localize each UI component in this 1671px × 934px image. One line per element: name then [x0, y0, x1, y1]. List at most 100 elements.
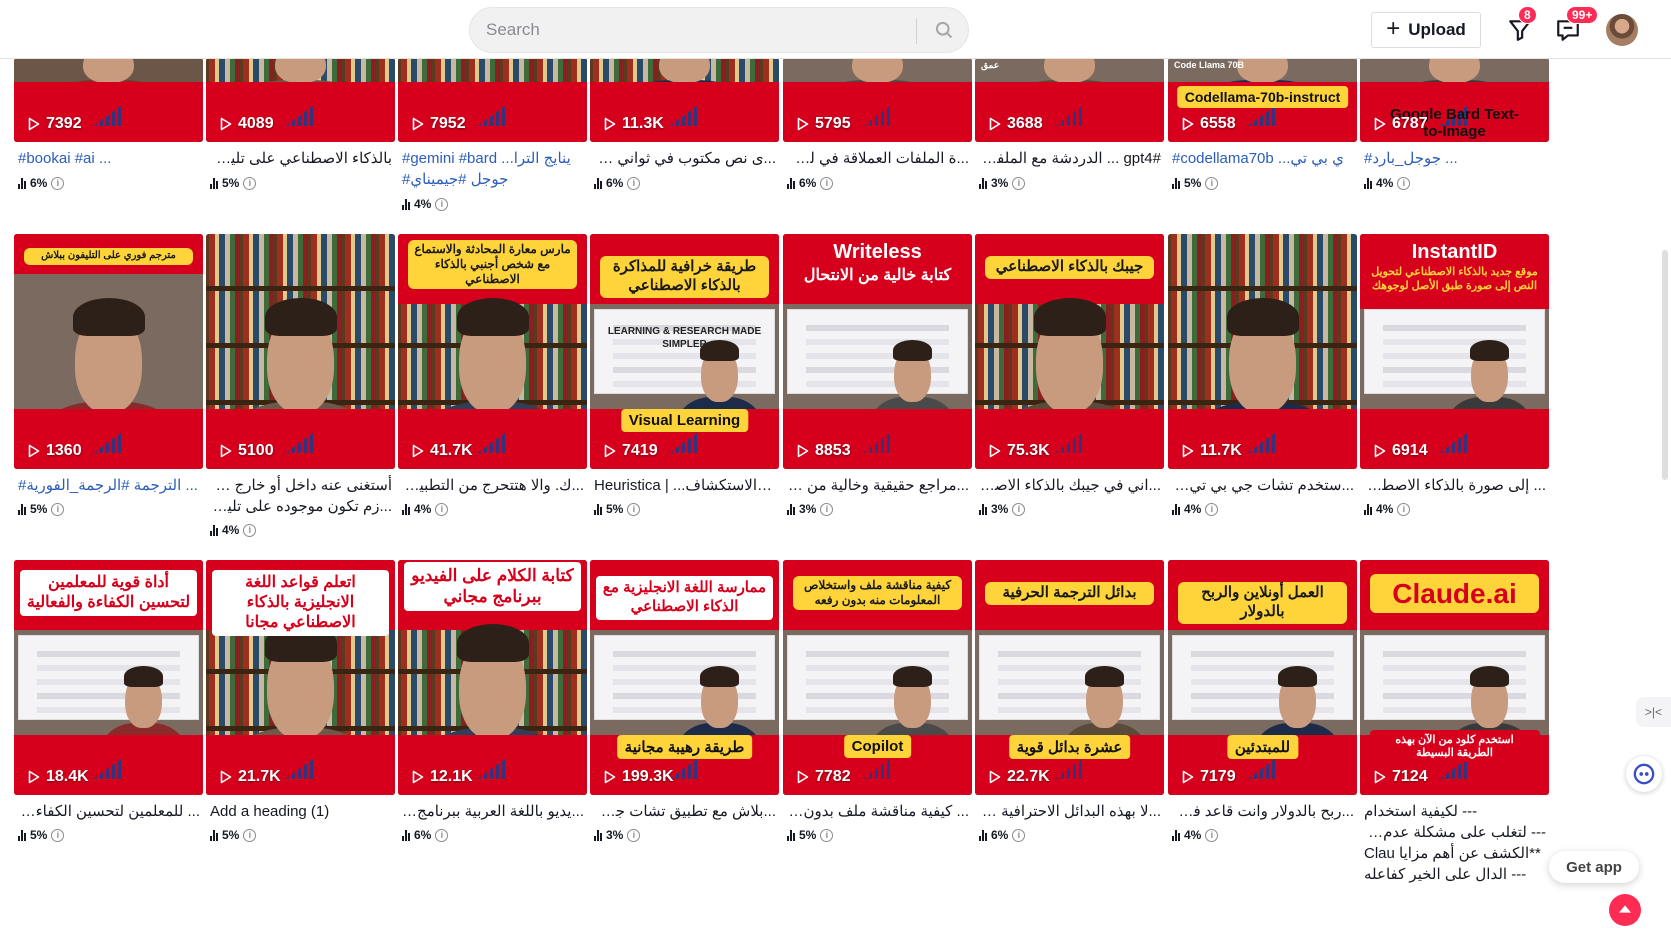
video-title[interactable]: #bookai #ai ...	[18, 148, 200, 169]
video-title-text: **الكشف عن أهم مزايا Clau	[1364, 845, 1541, 862]
scroll-to-top-button[interactable]	[1609, 894, 1641, 926]
video-title[interactable]: ...يديو باللغة العربية ببرنامج مجاني	[402, 801, 584, 822]
video-title[interactable]: ...لا بهذه البدائل الاحترافية المجانية	[979, 801, 1161, 822]
video-title[interactable]: Add a heading (1)	[210, 801, 392, 822]
video-title[interactable]: #gpt4 ... الدردشة مع الملفات	[979, 148, 1161, 169]
upload-button[interactable]: + Upload	[1371, 12, 1481, 48]
view-count: 199.3K	[604, 768, 674, 786]
view-count: 6914	[1374, 442, 1428, 460]
info-icon[interactable]: i	[820, 176, 834, 190]
engagement-percent: 6%	[606, 176, 624, 190]
info-icon[interactable]: i	[435, 828, 449, 842]
info-icon[interactable]: i	[1205, 828, 1219, 842]
video-thumbnail[interactable]: جيبك بالذكاء الاصطناعي 75.3K	[975, 234, 1164, 469]
video-title[interactable]: ... كيفية مناقشة ملف بدون رفعه	[787, 801, 969, 822]
side-panel-toggle[interactable]: >|<	[1636, 697, 1671, 727]
video-title[interactable]: ...اني في جيبك بالذكاء الاصطناعي	[979, 475, 1161, 496]
info-icon[interactable]: i	[627, 502, 641, 516]
video-thumbnail[interactable]: كتابة الكلام على الفيديو ببرنامج مجاني 1…	[398, 560, 587, 795]
inbox-button[interactable]: 99+	[1550, 6, 1599, 48]
video-title[interactable]: #codellama70b ...ي بي تي	[1172, 148, 1354, 169]
video-title[interactable]: ...بلاش مع تطبيق تشات جي بي تي	[594, 801, 776, 822]
video-thumbnail[interactable]: 7392	[14, 58, 203, 142]
info-icon[interactable]: i	[1397, 502, 1411, 516]
video-thumbnail[interactable]: مارس معارة المحادثة والاستماع مع شخص أجن…	[398, 234, 587, 469]
view-count: 7124	[1374, 768, 1428, 786]
video-title-line[interactable]: ...زم تكون موجوده على تليفوناتا -	[210, 496, 392, 517]
video-thumbnail[interactable]: العمل أونلاين والربح بالدولار للمبتدئين 7…	[1168, 560, 1357, 795]
engagement-percent: 5%	[222, 176, 240, 190]
video-thumbnail[interactable]: بدائل الترجمة الحرفية عشرة بدائل قوية 22.…	[975, 560, 1164, 795]
video-title[interactable]: #جوجل_بارد ...	[1364, 148, 1546, 169]
video-title-line[interactable]: #جوجل #جيميناي	[402, 169, 584, 190]
video-title[interactable]: #الترجمة #الرجمة_الفورية ...	[18, 475, 200, 496]
scrollbar[interactable]	[1662, 250, 1668, 480]
video-thumbnail[interactable]: 11.7K	[1168, 234, 1357, 469]
info-icon[interactable]: i	[51, 176, 65, 190]
info-icon[interactable]: i	[820, 502, 834, 516]
info-icon[interactable]: i	[820, 828, 834, 842]
video-title[interactable]: ...ى نص مكتوب في ثواني وببلاش	[594, 148, 776, 169]
video-thumbnail[interactable]: Google Bard Text-to-Image 6787	[1360, 58, 1549, 142]
info-icon[interactable]: i	[51, 828, 65, 842]
video-thumbnail[interactable]: 4089	[206, 58, 395, 142]
filter-button[interactable]: 8	[1502, 6, 1538, 48]
video-thumbnail[interactable]: اتعلم قواعد اللغة الانجليزية بالذكاء الا…	[206, 560, 395, 795]
video-title[interactable]: ...مراجع حقيقية وخالية من الانتحال	[787, 475, 969, 496]
info-icon[interactable]: i	[1205, 176, 1219, 190]
video-title-line[interactable]: --- لتغلب على مشكلة عدم إتاحة	[1364, 822, 1546, 843]
info-icon[interactable]: i	[243, 523, 257, 537]
video-thumbnail[interactable]: مترجم فوري على التليفون ببلاش 1360	[14, 234, 203, 469]
video-thumbnail[interactable]: Code Llama 70B Codellama-70b-instruct 655…	[1168, 58, 1357, 142]
video-title[interactable]: بالذكاء الاصطناعي على تليفونك ...	[210, 148, 392, 169]
engagement-stat: 4% i	[1172, 502, 1219, 516]
video-thumbnail[interactable]: أداة قوية للمعلمين لتحسين الكفاءة والفعا…	[14, 560, 203, 795]
search-button[interactable]	[920, 8, 968, 52]
info-icon[interactable]: i	[1012, 502, 1026, 516]
bar-chart-icon	[594, 177, 602, 189]
video-title[interactable]: ...ربح بالدولار وانت قاعد في بيتكم	[1172, 801, 1354, 822]
video-thumbnail[interactable]: كيفية مناقشة ملف واستخلاص المعلومات منه …	[783, 560, 972, 795]
video-thumbnail[interactable]: 7952	[398, 58, 587, 142]
info-icon[interactable]: i	[435, 197, 449, 211]
video-thumbnail[interactable]: ممارسة اللغة الانجليزية مع الذكاء الاصطن…	[590, 560, 779, 795]
video-thumbnail[interactable]: 5795	[783, 58, 972, 142]
info-icon[interactable]: i	[627, 828, 641, 842]
info-icon[interactable]: i	[627, 176, 641, 190]
video-title[interactable]: أستغنى عنه داخل أو خارج مصر...	[210, 475, 392, 496]
video-title-line[interactable]: --- الدال على الخير كفاعله	[1364, 864, 1546, 885]
video-thumbnail[interactable]: 11.3K	[590, 58, 779, 142]
info-icon[interactable]: i	[51, 502, 65, 516]
info-icon[interactable]: i	[243, 828, 257, 842]
video-thumbnail[interactable]: Writeless كتابة خالية من الانتحال 8853	[783, 234, 972, 469]
video-thumbnail[interactable]: 5100	[206, 234, 395, 469]
video-title[interactable]: ...ة الملفات العملاقة في لمح البصر	[787, 148, 969, 169]
video-title[interactable]: --- لكيفية استخدام	[1364, 801, 1546, 822]
info-icon[interactable]: i	[1012, 828, 1026, 842]
play-icon	[989, 117, 1001, 131]
video-title[interactable]: ...ستخدم تشات جي بي تي ٤ ببلاش	[1172, 475, 1354, 496]
info-icon[interactable]: i	[1397, 176, 1411, 190]
info-icon[interactable]: i	[435, 502, 449, 516]
video-title[interactable]: ... للمعلمين لتحسين الكفاءة والفعالية	[18, 801, 200, 822]
info-icon[interactable]: i	[243, 176, 257, 190]
get-app-button[interactable]: Get app	[1549, 851, 1639, 883]
video-thumbnail[interactable]: InstantID موقع جديد بالذكاء الاصطناعي لتح…	[1360, 234, 1549, 469]
info-icon[interactable]: i	[1012, 176, 1026, 190]
search-input[interactable]	[486, 8, 886, 52]
avatar[interactable]	[1606, 14, 1638, 46]
view-count-value: 7392	[46, 115, 82, 132]
bar-chart-icon	[18, 177, 26, 189]
video-thumbnail[interactable]: Claude.ai استخدم كلود من الآن بهذه الطريق…	[1360, 560, 1549, 795]
video-thumbnail[interactable]: عمق 3688	[975, 58, 1164, 142]
video-title-line[interactable]: **الكشف عن أهم مزايا Clau	[1364, 843, 1546, 864]
video-title[interactable]: ... إلى صورة بالذكاء الاصطناعي	[1364, 475, 1546, 496]
video-title[interactable]: Heuristica | ...علم والاستكشاف	[594, 475, 776, 496]
view-count: 5100	[220, 442, 274, 460]
video-thumbnail[interactable]: طريقة خرافية للمذاكرة بالذكاء الاصطناعي L…	[590, 234, 779, 469]
assistant-bubble-button[interactable]	[1626, 756, 1662, 792]
video-title[interactable]: #gemini #bard ...ينايج الترا	[402, 148, 584, 169]
headline-text: مترجم فوري على التليفون ببلاش	[24, 248, 193, 265]
video-title[interactable]: ...ك. والا هتتحرج من التطبيق؟ --	[402, 475, 584, 496]
info-icon[interactable]: i	[1205, 502, 1219, 516]
